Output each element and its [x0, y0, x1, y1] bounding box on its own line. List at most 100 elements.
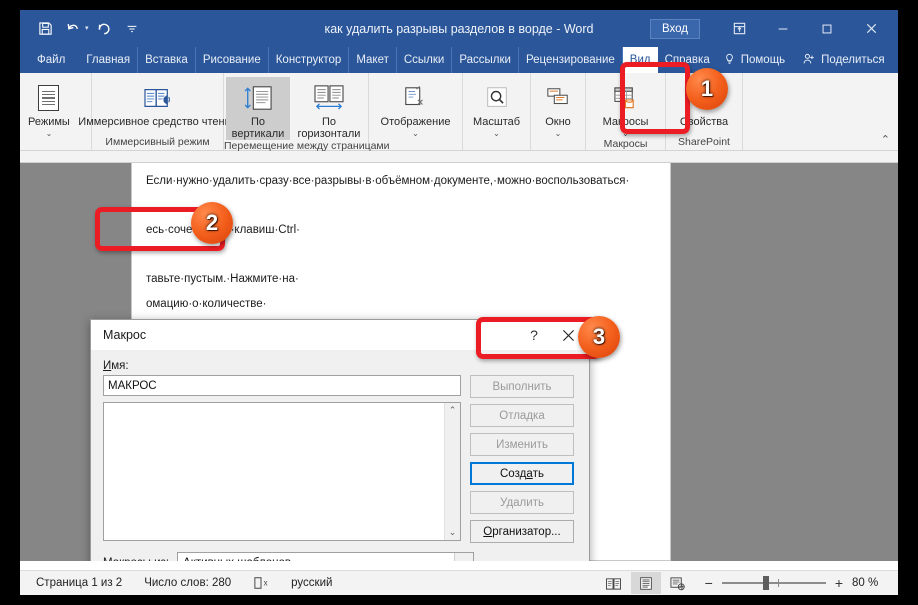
show-icon [403, 80, 429, 116]
zoom-slider-thumb[interactable] [762, 576, 769, 590]
chevron-down-icon[interactable]: ⌄ [555, 129, 562, 138]
lightbulb-icon [723, 52, 736, 69]
run-button[interactable]: Выполнить [470, 375, 574, 398]
chevron-down-icon[interactable]: ⌄ [46, 129, 53, 138]
ribbon-group-sharepoint-label: SharePoint [678, 136, 730, 148]
ribbon-button-zoom[interactable]: Масштаб ⌄ [467, 77, 526, 138]
dialog-title-bar: Макрос ? [91, 320, 589, 351]
ribbon-button-show[interactable]: Отображение ⌄ [375, 77, 457, 138]
doc-line: омацию·о·количестве· [146, 297, 267, 310]
tab-review[interactable]: Рецензирование [519, 47, 623, 73]
ruler[interactable] [20, 151, 898, 163]
doc-line: тавьте·пустым.·Нажмите·на· [146, 273, 299, 285]
chevron-down-icon[interactable]: ⌄ [449, 527, 457, 538]
ribbon-button-vertical[interactable]: По вертикали [226, 77, 290, 140]
debug-button[interactable]: Отладка [470, 404, 574, 427]
customize-qat-icon[interactable] [119, 16, 145, 42]
macro-list-box[interactable]: ⌃ ⌄ [103, 402, 461, 541]
tab-view[interactable]: Вид [622, 47, 658, 73]
ribbon-button-horizontal[interactable]: По горизонтали [292, 77, 366, 140]
chevron-down-icon[interactable]: ⌄ [493, 129, 500, 138]
macros-from-label: Макросы из: [103, 557, 169, 562]
tab-file[interactable]: Файл [30, 47, 79, 73]
ribbon-button-immersive-reader-label: Иммерсивное средство чтения [78, 116, 237, 128]
delete-button[interactable]: Удалить [470, 491, 574, 514]
zoom-out-button[interactable]: − [705, 575, 713, 591]
ribbon-group-show: Отображение ⌄ [369, 73, 463, 150]
undo-icon[interactable] [60, 16, 86, 42]
zoom-controls: − + 80 % [705, 575, 890, 591]
doc-line: Если·нужно·удалить·сразу·все·разрывы·в·о… [146, 175, 630, 187]
zoom-in-button[interactable]: + [835, 575, 843, 591]
undo-dropdown-icon[interactable]: ▾ [85, 25, 89, 32]
tab-design[interactable]: Конструктор [269, 47, 350, 73]
tab-layout[interactable]: Макет [349, 47, 397, 73]
macro-list-items[interactable] [104, 403, 444, 540]
annotation-badge-2: 2 [191, 202, 233, 244]
organizer-button[interactable]: Организатор... [470, 520, 574, 543]
maximize-icon[interactable] [806, 14, 848, 44]
tab-draw[interactable]: Рисование [196, 47, 269, 73]
macros-from-row: Макросы из: Активных шаблонов ⌄ [103, 552, 577, 561]
zoom-magnifier-icon [484, 80, 510, 116]
ribbon-group-immersive-label: Иммерсивный режим [105, 136, 210, 148]
print-layout-icon[interactable] [630, 572, 661, 594]
ribbon-button-show-label: Отображение [380, 116, 451, 128]
ribbon-button-views-label: Режимы [28, 116, 70, 128]
svg-text:x: x [264, 579, 268, 588]
ribbon-group-views: Режимы ⌄ [20, 73, 92, 150]
ribbon-group-zoom: Масштаб ⌄ [463, 73, 531, 150]
tab-references[interactable]: Ссылки [397, 47, 453, 73]
title-bar-right: Вход [649, 14, 898, 44]
document-area: Если·нужно·удалить·сразу·все·разрывы·в·о… [20, 151, 898, 561]
tell-me-box[interactable]: Помощь [717, 52, 791, 69]
chevron-down-icon[interactable]: ⌄ [454, 553, 474, 561]
chevron-up-icon[interactable]: ⌃ [449, 405, 457, 416]
language-indicator[interactable]: русский [291, 577, 332, 589]
proofing-errors-icon[interactable]: x [253, 576, 269, 590]
ribbon-group-page-movement: По вертикали По горизонтали Перемещение … [224, 73, 390, 152]
window-icon [546, 80, 570, 116]
zoom-slider-midpoint [777, 579, 779, 587]
view-modes-icon [38, 80, 60, 116]
chevron-up-icon[interactable]: ⌃ [881, 133, 890, 146]
web-layout-icon[interactable] [663, 572, 693, 594]
save-icon[interactable] [32, 16, 58, 42]
macro-list-scrollbar[interactable]: ⌃ ⌄ [444, 403, 460, 540]
sign-in-button[interactable]: Вход [649, 18, 700, 39]
tab-home[interactable]: Главная [79, 47, 139, 73]
ribbon: Режимы ⌄ Иммерсивное средство чтения Имм… [20, 73, 898, 152]
macros-from-select[interactable]: Активных шаблонов ⌄ [177, 552, 475, 561]
ribbon-group-spacer [743, 73, 898, 150]
ribbon-button-window[interactable]: Окно ⌄ [536, 77, 580, 138]
chevron-down-icon[interactable]: ⌄ [622, 129, 629, 138]
create-button[interactable]: Созд а ть [470, 462, 574, 485]
zoom-slider[interactable] [721, 576, 826, 590]
ribbon-group-window: Окно ⌄ [531, 73, 586, 150]
ribbon-button-properties-label: Свойства [679, 116, 729, 128]
name-field-label: Имя: [103, 360, 129, 372]
macro-name-input[interactable] [103, 375, 461, 396]
edit-button[interactable]: Изменить [470, 433, 574, 456]
ribbon-button-immersive-reader[interactable]: Иммерсивное средство чтения [78, 77, 237, 128]
ribbon-button-macros[interactable]: Макросы ⌄ [593, 77, 659, 138]
share-button[interactable]: Поделиться [796, 52, 891, 69]
redo-icon[interactable] [91, 16, 117, 42]
ribbon-group-window-label [531, 148, 585, 150]
immersive-reader-icon [143, 80, 173, 116]
ribbon-display-options-icon[interactable] [718, 14, 760, 44]
ribbon-button-window-label: Окно [545, 116, 571, 128]
ribbon-button-views[interactable]: Режимы ⌄ [22, 77, 76, 138]
word-count[interactable]: Число слов: 280 [144, 577, 231, 589]
minimize-icon[interactable] [762, 14, 804, 44]
tab-bar-right: Помощь Поделиться [717, 47, 898, 73]
zoom-percentage[interactable]: 80 % [852, 577, 890, 589]
page-indicator[interactable]: Страница 1 из 2 [36, 577, 122, 589]
read-mode-icon[interactable] [599, 572, 629, 594]
close-icon[interactable] [850, 14, 892, 44]
tab-mailings[interactable]: Рассылки [452, 47, 519, 73]
chevron-down-icon[interactable]: ⌄ [412, 129, 419, 138]
ribbon-group-macros: Макросы ⌄ Макросы [586, 73, 666, 150]
tab-insert[interactable]: Вставка [138, 47, 196, 73]
question-mark-icon[interactable]: ? [517, 321, 551, 349]
